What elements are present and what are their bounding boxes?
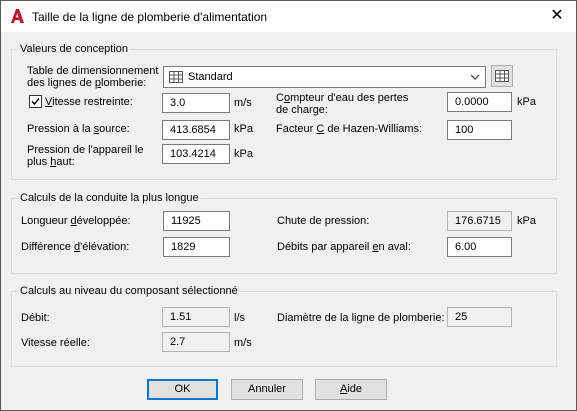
ok-button[interactable]: OK — [147, 379, 218, 400]
title-bar[interactable]: Taille de la ligne de plomberie d'alimen… — [1, 1, 576, 32]
elevation-difference-label: Différence d'élévation: — [21, 241, 130, 253]
cancel-button[interactable]: Annuler — [231, 379, 303, 400]
high-fixture-pressure-label: Pression de l'appareil le plus haut: — [27, 144, 144, 168]
longest-run-group — [11, 198, 557, 274]
selected-component-legend: Calculs au niveau du composant sélection… — [18, 285, 240, 297]
meter-loss-unit: kPa — [517, 96, 536, 108]
restricted-velocity-field[interactable]: 3.0 — [162, 93, 230, 113]
flow-field: 1.51 — [162, 307, 230, 327]
pressure-drop-unit: kPa — [517, 215, 536, 227]
selected-component-group — [11, 291, 557, 367]
table-editor-button[interactable] — [491, 65, 513, 87]
pipe-diameter-field: 25 — [447, 307, 512, 327]
table-icon — [169, 71, 183, 83]
high-fixture-pressure-unit: kPa — [234, 148, 253, 160]
restricted-velocity-checkbox[interactable] — [29, 95, 42, 108]
restricted-velocity-label[interactable]: Vitesse restreinte: — [45, 96, 133, 108]
chevron-down-icon — [470, 74, 480, 80]
source-pressure-label: Pression à la source: — [27, 123, 130, 135]
close-icon[interactable]: ✕ — [546, 6, 568, 26]
sizing-table-value: Standard — [188, 71, 233, 83]
meter-loss-label: Compteur d'eau des pertes de charge: — [276, 92, 409, 116]
high-fixture-pressure-field[interactable]: 103.4214 — [162, 144, 230, 164]
sizing-table-dropdown[interactable]: Standard — [163, 66, 486, 88]
autocad-icon — [11, 9, 24, 23]
window-title: Taille de la ligne de plomberie d'alimen… — [32, 10, 268, 24]
flow-label: Débit: — [21, 312, 50, 324]
dialog-window: Taille de la ligne de plomberie d'alimen… — [0, 0, 577, 411]
pressure-drop-field: 176.6715 — [447, 211, 512, 231]
restricted-velocity-unit: m/s — [234, 97, 252, 109]
developed-length-label: Longueur développée: — [21, 215, 131, 227]
actual-velocity-unit: m/s — [234, 337, 252, 349]
source-pressure-field[interactable]: 413.6854 — [162, 120, 230, 140]
pipe-diameter-label: Diamètre de la ligne de plomberie: — [277, 312, 445, 324]
hazen-williams-label: Facteur C de Hazen-Williams: — [276, 123, 423, 135]
longest-run-legend: Calculs de la conduite la plus longue — [18, 192, 201, 204]
checkmark-icon — [31, 98, 40, 106]
meter-loss-field[interactable]: 0.0000 — [447, 92, 512, 112]
hazen-williams-field[interactable]: 100 — [447, 120, 512, 140]
actual-velocity-field: 2.7 — [162, 332, 230, 352]
source-pressure-unit: kPa — [234, 123, 253, 135]
actual-velocity-label: Vitesse réelle: — [21, 337, 90, 349]
flow-unit: l/s — [234, 312, 245, 324]
help-button[interactable]: Aide — [315, 379, 387, 400]
pressure-drop-label: Chute de pression: — [277, 215, 370, 227]
elevation-difference-field[interactable]: 1829 — [163, 237, 230, 257]
table-grid-icon — [495, 70, 509, 82]
fixture-flow-label: Débits par appareil en aval: — [277, 241, 411, 253]
sizing-table-label: Table de dimensionnement des lignes de p… — [27, 65, 159, 89]
design-values-legend: Valeurs de conception — [18, 43, 131, 55]
developed-length-field[interactable]: 11925 — [163, 211, 230, 231]
fixture-flow-field[interactable]: 6.00 — [447, 237, 512, 257]
